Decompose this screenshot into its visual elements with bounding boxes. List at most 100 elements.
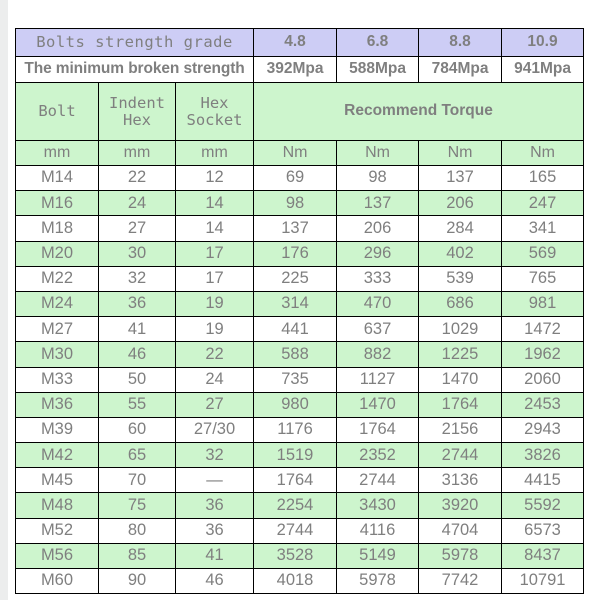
- table-row: M52 80 36 2744 4116 4704 6573: [15, 517, 585, 544]
- cell-bolt-size: M27: [15, 316, 99, 343]
- cell-value: 5149: [336, 542, 420, 570]
- table-row: M39 60 27/30 1176 1764 2156 2943: [15, 416, 585, 444]
- cell-value: 3136: [418, 467, 503, 494]
- cell-value: 2744: [418, 442, 503, 469]
- header-row-columns: Bolt Indent Hex Hex Socket Recommend Tor…: [15, 82, 585, 141]
- cell-value: 402: [418, 240, 503, 267]
- page-canvas: Bolts strength grade 4.8 6.8 8.8 10.9 Th…: [8, 0, 600, 600]
- cell-value: 55: [98, 391, 176, 418]
- cell-value: 569: [501, 240, 585, 267]
- bolt-torque-table-container: Bolts strength grade 4.8 6.8 8.8 10.9 Th…: [14, 28, 585, 595]
- cell-value: 1764: [418, 391, 503, 418]
- cell-bolt-size: M52: [15, 517, 99, 544]
- cell-value: 8437: [501, 542, 585, 570]
- cell-value: 27: [174, 391, 255, 418]
- cell-value: 206: [336, 215, 420, 242]
- cell-bolt-size: M45: [15, 467, 99, 494]
- cell-value: 36: [174, 517, 255, 544]
- grade-value-4: 10.9: [501, 28, 585, 57]
- cell-value: 6573: [501, 517, 585, 544]
- cell-value: 50: [98, 366, 176, 393]
- cell-value: —: [174, 467, 255, 494]
- cell-value: 2254: [253, 492, 338, 519]
- cell-value: 637: [336, 316, 420, 343]
- cell-value: 5978: [336, 567, 420, 595]
- cell-bolt-size: M56: [15, 542, 99, 570]
- cell-value: 341: [501, 215, 585, 242]
- cell-value: 98: [253, 190, 338, 217]
- cell-bolt-size: M20: [15, 240, 99, 267]
- strength-value-2: 588Mpa: [336, 56, 420, 83]
- indent-hex-line2: Hex: [123, 110, 151, 129]
- header-row-strength: The minimum broken strength 392Mpa 588Mp…: [14, 56, 585, 83]
- cell-value: 296: [336, 240, 420, 267]
- table-row: M14 22 12 69 98 137 165: [15, 164, 585, 192]
- cell-value: 65: [98, 442, 176, 469]
- cell-value: 10791: [501, 567, 585, 595]
- cell-value: 12: [174, 164, 255, 192]
- cell-value: 24: [174, 366, 255, 393]
- table-row: M42 65 32 1519 2352 2744 3826: [15, 442, 585, 469]
- unit-torque-4: Nm: [501, 140, 585, 166]
- cell-value: 2744: [336, 467, 420, 494]
- cell-value: 441: [253, 316, 338, 343]
- cell-value: 333: [336, 265, 420, 292]
- table-row: M30 46 22 588 882 1225 1962: [15, 341, 585, 368]
- cell-value: 69: [253, 164, 338, 192]
- cell-value: 27: [98, 215, 176, 242]
- strength-value-1: 392Mpa: [253, 56, 338, 83]
- cell-bolt-size: M39: [15, 416, 99, 444]
- table-row: M22 32 17 225 333 539 765: [15, 265, 585, 292]
- unit-bolt: mm: [15, 140, 99, 166]
- hex-socket-line2: Socket: [186, 110, 243, 129]
- bolts-strength-grade-label: Bolts strength grade: [14, 28, 255, 57]
- cell-bolt-size: M60: [15, 567, 99, 595]
- cell-value: 1127: [336, 366, 420, 393]
- grade-value-3: 8.8: [418, 28, 503, 57]
- cell-value: 7742: [418, 567, 503, 595]
- cell-value: 686: [418, 290, 503, 318]
- cell-value: 1470: [336, 391, 420, 418]
- table-row: M36 55 27 980 1470 1764 2453: [15, 391, 585, 418]
- cell-bolt-size: M30: [15, 341, 99, 368]
- cell-value: 284: [418, 215, 503, 242]
- strength-value-3: 784Mpa: [418, 56, 503, 83]
- cell-value: 46: [174, 567, 255, 595]
- cell-value: 4415: [501, 467, 585, 494]
- cell-value: 2744: [253, 517, 338, 544]
- table-row: M45 70—1764 2744 3136 4415: [15, 467, 585, 494]
- table-row: M60 90 46 4018 5978 7742 10791: [15, 567, 585, 595]
- unit-torque-3: Nm: [418, 140, 503, 166]
- table-row: M18 27 14 137 206 284 341: [15, 215, 585, 242]
- cell-value: 1225: [418, 341, 503, 368]
- cell-value: 41: [174, 542, 255, 570]
- column-header-bolt: Bolt: [15, 82, 99, 141]
- cell-value: 470: [336, 290, 420, 318]
- cell-value: 3430: [336, 492, 420, 519]
- cell-value: 3826: [501, 442, 585, 469]
- cell-value: 17: [174, 265, 255, 292]
- cell-bolt-size: M24: [15, 290, 99, 318]
- cell-value: 5978: [418, 542, 503, 570]
- cell-value: 765: [501, 265, 585, 292]
- cell-value: 22: [98, 164, 176, 192]
- cell-value: 980: [253, 391, 338, 418]
- cell-value: 4018: [253, 567, 338, 595]
- cell-bolt-size: M22: [15, 265, 99, 292]
- cell-value: 5592: [501, 492, 585, 519]
- cell-value: 36: [174, 492, 255, 519]
- cell-value: 981: [501, 290, 585, 318]
- cell-bolt-size: M18: [15, 215, 99, 242]
- cell-value: 85: [98, 542, 176, 570]
- strength-value-4: 941Mpa: [501, 56, 585, 83]
- cell-value: 2453: [501, 391, 585, 418]
- cell-value: 2060: [501, 366, 585, 393]
- cell-value: 19: [174, 290, 255, 318]
- cell-value: 1962: [501, 341, 585, 368]
- cell-value: 1764: [336, 416, 420, 444]
- table-body: Bolts strength grade 4.8 6.8 8.8 10.9 Th…: [14, 28, 585, 595]
- cell-bolt-size: M33: [15, 366, 99, 393]
- table-row: M24 36 19 314 470 686 981: [15, 290, 585, 318]
- unit-torque-2: Nm: [336, 140, 420, 166]
- cell-value: 1029: [418, 316, 503, 343]
